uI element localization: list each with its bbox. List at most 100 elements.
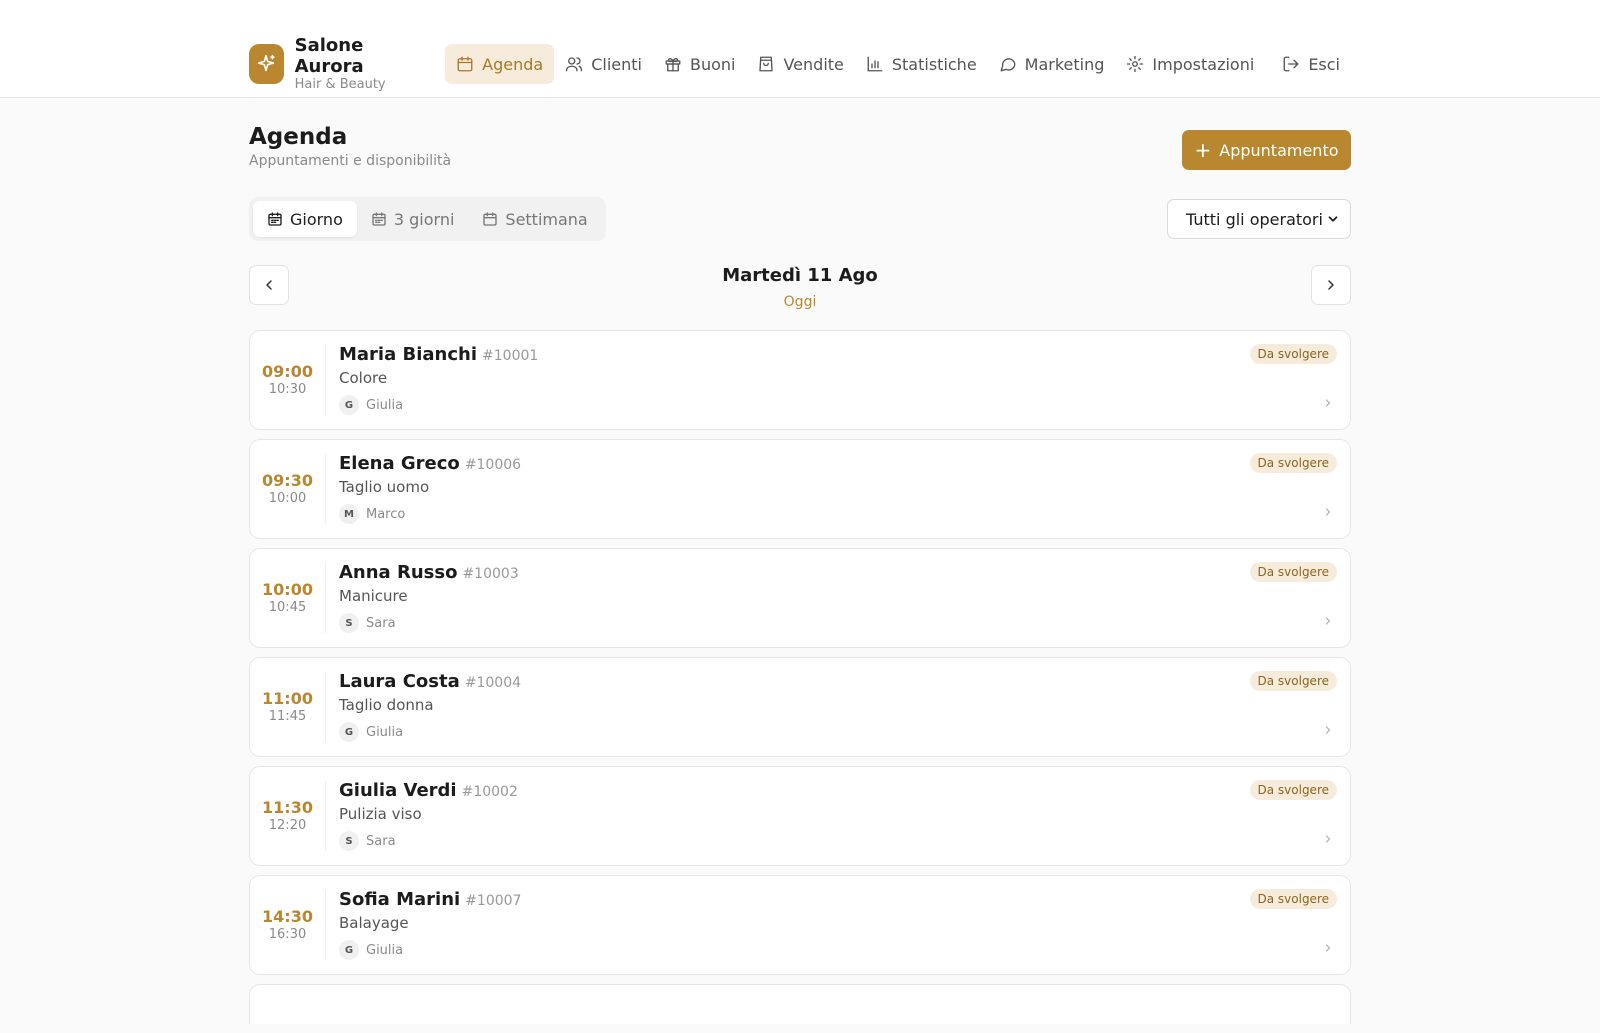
nav-item-vendite[interactable]: Vendite <box>746 44 854 84</box>
top-navbar: Salone Aurora Hair & Beauty Agenda Clien… <box>0 0 1600 98</box>
chevron-right-icon <box>1325 835 1331 843</box>
operator-avatar: G <box>339 395 359 415</box>
chevron-right-icon <box>1325 944 1331 952</box>
appointment-card[interactable]: 14:30 16:30 Sofia Marini #10007 Balayage… <box>249 875 1351 975</box>
operator-select[interactable]: Tutti gli operatori <box>1167 199 1351 239</box>
nav-item-label: Marketing <box>1024 54 1105 74</box>
client-name: Elena Greco <box>339 453 460 474</box>
start-time: 11:00 <box>262 689 313 708</box>
chevron-right-icon <box>1325 617 1331 625</box>
appointment-card[interactable]: 10:00 10:45 Anna Russo #10003 Manicure S… <box>249 548 1351 648</box>
status-badge: Da svolgere <box>1249 344 1337 364</box>
status-badge: Da svolgere <box>1249 671 1337 691</box>
status-badge: Da svolgere <box>1249 562 1337 582</box>
nav-item-clienti[interactable]: Clienti <box>554 44 653 84</box>
nav-item-agenda[interactable]: Agenda <box>445 44 555 84</box>
gear-icon <box>1127 55 1144 73</box>
end-time: 10:45 <box>268 600 307 615</box>
service-name: Pulizia viso <box>339 805 422 823</box>
next-day-button[interactable] <box>1311 265 1351 305</box>
bar-chart-icon <box>867 56 883 72</box>
client-name: Anna Russo <box>339 562 458 583</box>
appointment-time: 09:00 10:30 <box>250 345 326 415</box>
nav-item-label: Agenda <box>482 54 544 74</box>
appointment-time: 11:30 12:20 <box>250 781 326 851</box>
nav-item-label: Statistiche <box>891 54 977 74</box>
main-nav: Agenda Clienti Buoni Vendite Statistiche… <box>445 44 1351 84</box>
client-name: Sofia Marini <box>339 889 461 910</box>
service-name: Taglio uomo <box>339 478 430 496</box>
plus-icon: + <box>1194 138 1212 162</box>
client-id: #10004 <box>464 675 522 691</box>
users-icon <box>566 57 583 72</box>
current-date-label: Martedì 11 Ago <box>722 265 878 286</box>
appointment-card[interactable]: 11:00 11:45 Laura Costa #10004 Taglio do… <box>249 657 1351 757</box>
start-time: 11:30 <box>262 798 313 817</box>
new-appointment-button[interactable]: + Appuntamento <box>1182 130 1351 170</box>
sparkles-icon <box>249 44 284 84</box>
chevron-right-icon <box>1325 726 1331 734</box>
nav-item-marketing[interactable]: Marketing <box>988 44 1116 84</box>
operator-name: Sara <box>366 615 396 631</box>
chevron-right-icon <box>1325 399 1331 407</box>
client-id: #10007 <box>465 893 522 909</box>
start-time: 09:30 <box>262 471 313 490</box>
end-time: 10:00 <box>268 491 307 506</box>
service-name: Taglio donna <box>339 696 434 714</box>
operator-avatar: S <box>339 831 359 851</box>
operator-avatar: G <box>339 940 359 960</box>
operator-name: Marco <box>366 506 406 522</box>
date-navigator: Martedì 11 Ago Oggi <box>249 265 1351 310</box>
chevron-down-icon <box>1328 216 1338 222</box>
view-toggle: Giorno 3 giorni Settimana <box>249 197 606 241</box>
appointment-time: 14:30 16:30 <box>250 890 326 960</box>
appointment-time: 09:30 10:00 <box>250 454 326 524</box>
nav-item-buoni[interactable]: Buoni <box>653 44 747 84</box>
appointment-card[interactable] <box>249 984 1351 1024</box>
message-circle-icon <box>1000 58 1016 72</box>
client-id: #10002 <box>461 784 518 800</box>
brand[interactable]: Salone Aurora Hair & Beauty <box>249 35 419 93</box>
view-week-button[interactable]: Settimana <box>468 201 601 237</box>
status-badge: Da svolgere <box>1249 453 1337 473</box>
appointment-card[interactable]: 09:00 10:30 Maria Bianchi #10001 Colore … <box>249 330 1351 430</box>
nav-item-label: Impostazioni <box>1152 54 1255 74</box>
nav-item-statistiche[interactable]: Statistiche <box>855 44 988 84</box>
view-day-button[interactable]: Giorno <box>253 201 357 237</box>
appointment-card[interactable]: 11:30 12:20 Giulia Verdi #10002 Pulizia … <box>249 766 1351 866</box>
status-badge: Da svolgere <box>1249 780 1337 800</box>
page-header: Agenda Appuntamenti e disponibilità + Ap… <box>249 122 1351 170</box>
today-link[interactable]: Oggi <box>784 294 817 310</box>
view-week-label: Settimana <box>505 209 588 229</box>
nav-item-impostazioni[interactable]: Impostazioni <box>1115 44 1265 84</box>
appointment-time: 10:00 10:45 <box>250 563 326 633</box>
nav-item-label: Vendite <box>783 54 844 74</box>
nav-item-label: Clienti <box>591 54 642 74</box>
operator-name: Sara <box>366 833 396 849</box>
start-time: 14:30 <box>262 907 313 926</box>
calendar-icon <box>457 56 473 72</box>
calendar-days-icon <box>372 212 386 226</box>
view-day-label: Giorno <box>290 209 343 229</box>
appointment-card[interactable]: 09:30 10:00 Elena Greco #10006 Taglio uo… <box>249 439 1351 539</box>
operator-avatar: S <box>339 613 359 633</box>
brand-subtitle: Hair & Beauty <box>294 77 386 92</box>
logout-button[interactable]: Esci <box>1271 44 1351 84</box>
service-name: Balayage <box>339 914 409 932</box>
chevron-right-icon <box>1325 508 1331 516</box>
nav-item-label: Buoni <box>689 54 736 74</box>
end-time: 11:45 <box>268 709 307 724</box>
shopping-bag-icon <box>759 56 774 72</box>
operator-avatar: M <box>339 504 359 524</box>
client-id: #10003 <box>462 566 519 582</box>
service-name: Colore <box>339 369 388 387</box>
start-time: 09:00 <box>262 362 313 381</box>
operator-avatar: G <box>339 722 359 742</box>
client-id: #10001 <box>482 348 539 364</box>
logout-label: Esci <box>1308 54 1340 74</box>
appointment-list: 09:00 10:30 Maria Bianchi #10001 Colore … <box>249 330 1351 1033</box>
view-three-days-label: 3 giorni <box>393 209 455 229</box>
operator-name: Giulia <box>366 724 404 740</box>
brand-name: Salone Aurora <box>294 35 364 77</box>
view-three-days-button[interactable]: 3 giorni <box>357 201 469 237</box>
